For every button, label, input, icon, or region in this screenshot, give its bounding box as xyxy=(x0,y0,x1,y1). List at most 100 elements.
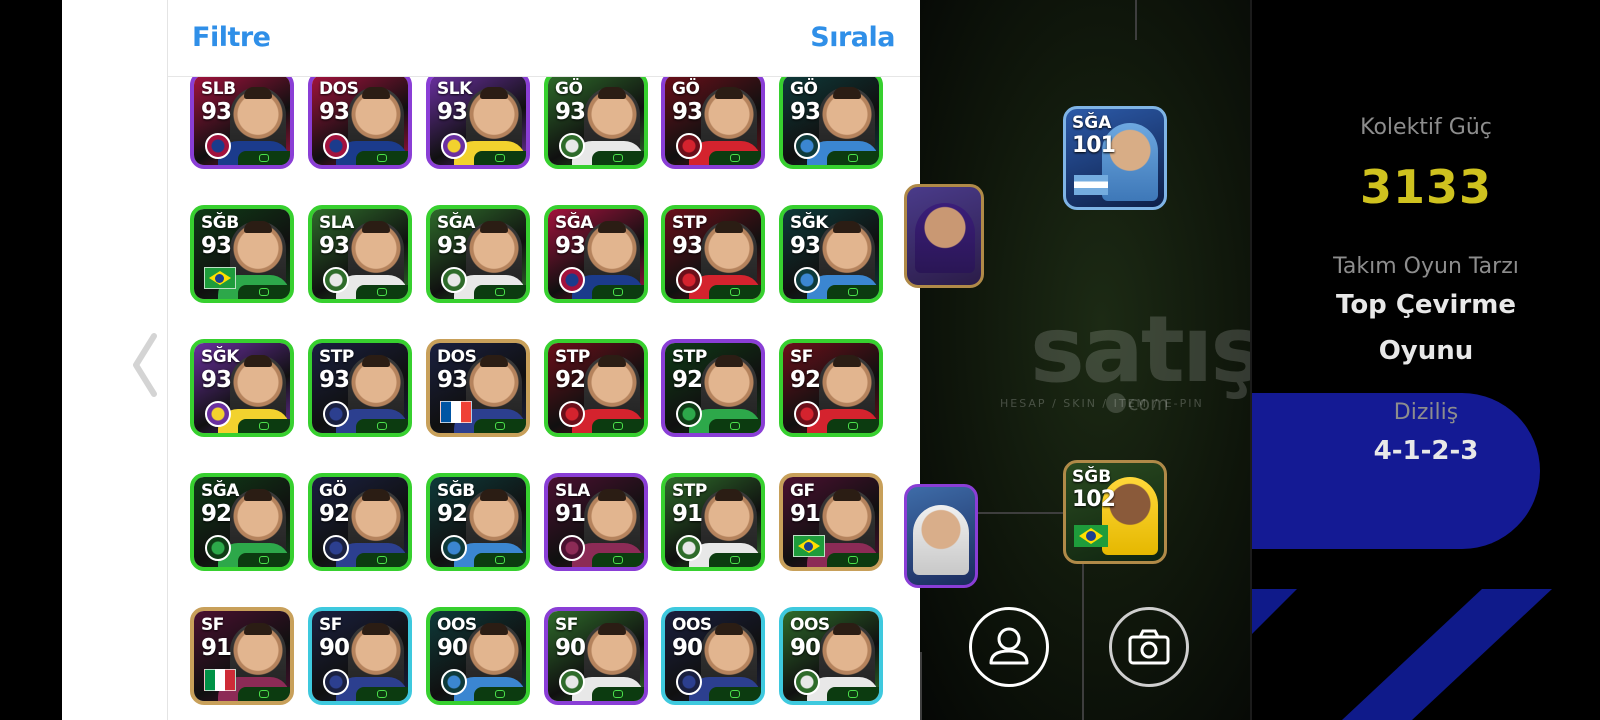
club-crest-icon xyxy=(559,133,585,159)
player-card-grid: SLB 93 DOS 93 SLK 93 GÖ 93 GÖ 93 GÖ 93 SĞB 93 SLA 93 SĞA… xyxy=(168,77,920,720)
card-rating: 91 xyxy=(790,501,821,527)
card-type-badge xyxy=(592,419,644,433)
player-card[interactable]: SĞB 93 xyxy=(190,205,294,303)
card-rating: 93 xyxy=(319,99,350,125)
card-position: GÖ xyxy=(672,79,700,99)
player-card[interactable]: OOS 90 xyxy=(779,607,883,705)
pitch-player-card-sga[interactable]: SĞA 101 xyxy=(1063,106,1167,210)
card-rating: 93 xyxy=(437,233,468,259)
back-chevron-icon[interactable] xyxy=(128,330,162,400)
player-card[interactable]: SĞB 92 xyxy=(426,473,530,571)
player-card[interactable]: SF 92 xyxy=(779,339,883,437)
card-type-badge xyxy=(827,419,879,433)
player-card[interactable]: SLA 93 xyxy=(308,205,412,303)
club-crest-icon xyxy=(441,535,467,561)
pitch-player-card-sgb[interactable]: SĞB 102 xyxy=(1063,460,1167,564)
card-type-badge xyxy=(238,553,290,567)
player-card[interactable]: STP 92 xyxy=(544,339,648,437)
card-rating: 90 xyxy=(672,635,703,661)
argentina-flag-icon xyxy=(1074,175,1108,195)
player-card[interactable]: STP 91 xyxy=(661,473,765,571)
france-flag-icon xyxy=(440,401,472,423)
card-type-badge xyxy=(709,687,761,701)
player-card[interactable]: STP 93 xyxy=(308,339,412,437)
card-type-badge xyxy=(238,285,290,299)
player-card[interactable]: GÖ 93 xyxy=(544,77,648,169)
card-type-badge xyxy=(238,687,290,701)
card-position: SLK xyxy=(437,79,472,99)
card-type-badge xyxy=(709,285,761,299)
club-crest-icon xyxy=(676,133,702,159)
player-portrait xyxy=(913,505,969,575)
brazil-flag-icon xyxy=(1074,525,1108,547)
card-rating: 92 xyxy=(790,367,821,393)
club-crest-icon xyxy=(676,669,702,695)
formation-label: Diziliş xyxy=(1393,400,1459,425)
club-crest-icon xyxy=(676,401,702,427)
card-position: SĞB xyxy=(1072,467,1112,487)
player-card[interactable]: OOS 90 xyxy=(661,607,765,705)
card-rating: 93 xyxy=(201,367,232,393)
card-type-badge xyxy=(474,553,526,567)
club-crest-icon xyxy=(559,267,585,293)
card-position: SĞK xyxy=(201,347,239,367)
player-card[interactable]: SF 91 xyxy=(190,607,294,705)
collective-power-label: Kolektif Güç xyxy=(1360,115,1492,140)
club-crest-icon xyxy=(441,133,467,159)
card-rating: 90 xyxy=(555,635,586,661)
player-card[interactable]: DOS 93 xyxy=(308,77,412,169)
player-card[interactable]: SĞA 93 xyxy=(544,205,648,303)
player-card[interactable]: OOS 90 xyxy=(426,607,530,705)
club-crest-icon xyxy=(205,401,231,427)
player-card[interactable]: SF 90 xyxy=(544,607,648,705)
player-card[interactable]: STP 92 xyxy=(661,339,765,437)
card-rating: 93 xyxy=(437,99,468,125)
profile-button[interactable] xyxy=(969,607,1049,687)
card-type-badge xyxy=(238,419,290,433)
card-position: SF xyxy=(319,615,342,635)
card-rating: 92 xyxy=(555,367,586,393)
club-crest-icon xyxy=(441,267,467,293)
card-position: OOS xyxy=(672,615,712,635)
club-crest-icon xyxy=(676,267,702,293)
card-rating: 93 xyxy=(555,233,586,259)
player-card[interactable]: SĞA 93 xyxy=(426,205,530,303)
card-rating: 91 xyxy=(555,501,586,527)
card-type-badge xyxy=(827,553,879,567)
card-position: SĞB xyxy=(201,213,239,233)
card-rating: 91 xyxy=(201,635,232,661)
screenshot-button[interactable] xyxy=(1109,607,1189,687)
card-position: GÖ xyxy=(319,481,347,501)
player-card[interactable]: DOS 93 xyxy=(426,339,530,437)
card-rating: 92 xyxy=(201,501,232,527)
player-card[interactable]: SĞK 93 xyxy=(190,339,294,437)
card-position: SĞA xyxy=(1072,113,1112,133)
formation-value[interactable]: 4-1-2-3 xyxy=(1252,436,1600,466)
player-card[interactable]: SĞA 92 xyxy=(190,473,294,571)
player-card[interactable]: SĞK 93 xyxy=(779,205,883,303)
card-type-badge xyxy=(238,151,290,165)
card-position: SLA xyxy=(319,213,354,233)
club-crest-icon xyxy=(205,133,231,159)
player-card[interactable]: SLA 91 xyxy=(544,473,648,571)
card-rating: 93 xyxy=(790,99,821,125)
card-rating: 91 xyxy=(672,501,703,527)
collective-power-value: 3133 xyxy=(1359,160,1493,214)
player-card[interactable]: GÖ 93 xyxy=(779,77,883,169)
player-card[interactable]: STP 93 xyxy=(661,205,765,303)
player-card[interactable]: GF 91 xyxy=(779,473,883,571)
player-card[interactable]: SF 90 xyxy=(308,607,412,705)
club-crest-icon xyxy=(323,133,349,159)
filter-button[interactable]: Filtre xyxy=(192,22,271,53)
player-card[interactable]: SLB 93 xyxy=(190,77,294,169)
sort-button[interactable]: Sırala xyxy=(810,22,895,53)
card-position: DOS xyxy=(437,347,477,367)
card-position: SF xyxy=(790,347,813,367)
pitch-line xyxy=(1135,0,1137,40)
watermark-subtext: HESAP / SKIN / ITEM / E-PIN xyxy=(1000,397,1204,410)
italy-flag-icon xyxy=(204,669,236,691)
player-card[interactable]: GÖ 93 xyxy=(661,77,765,169)
player-card[interactable]: SLK 93 xyxy=(426,77,530,169)
player-card[interactable]: GÖ 92 xyxy=(308,473,412,571)
card-type-badge xyxy=(356,285,408,299)
